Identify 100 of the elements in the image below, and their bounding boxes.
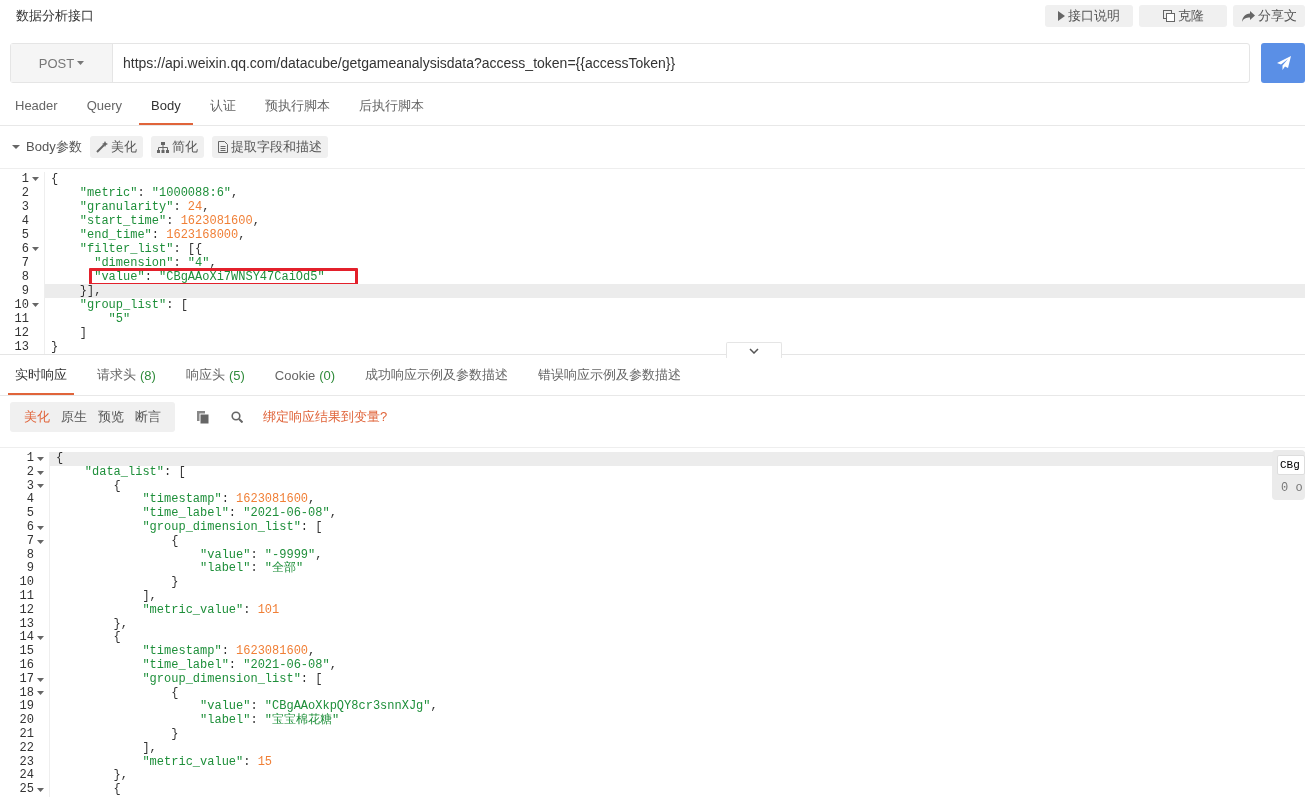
- line-number: 6: [21, 242, 29, 256]
- code-line: "timestamp": 1623081600,: [141, 645, 316, 659]
- line-number: 11: [19, 589, 34, 604]
- code-line: "dimension": "4",: [93, 256, 217, 270]
- code-line: ],: [141, 589, 157, 604]
- code-line: {: [112, 783, 121, 797]
- line-number: 6: [26, 521, 34, 535]
- tab[interactable]: 响应头 (5): [178, 357, 252, 395]
- fold-arrow-icon[interactable]: [37, 691, 44, 696]
- line-number: 13: [19, 617, 34, 631]
- line-number: 2: [26, 465, 34, 480]
- fold-arrow-icon[interactable]: [37, 677, 44, 682]
- fold-arrow-icon[interactable]: [37, 788, 44, 792]
- code-line: "group_dimension_list": [: [141, 672, 323, 687]
- tab[interactable]: Header: [3, 88, 70, 125]
- code-line: }],: [78, 284, 102, 298]
- tab[interactable]: 成功响应示例及参数描述: [358, 357, 516, 395]
- line-number: 9: [21, 284, 29, 298]
- tab[interactable]: 实时响应: [8, 357, 74, 395]
- code-line: },: [112, 769, 128, 783]
- chevron-down-icon[interactable]: [749, 347, 759, 354]
- fold-arrow-icon[interactable]: [37, 456, 44, 461]
- code-line: "filter_list": [{: [78, 242, 203, 256]
- code-line: "metric_value": 101: [141, 603, 280, 618]
- search-field[interactable]: CBg: [1277, 455, 1305, 475]
- code-line: ]: [78, 326, 87, 340]
- line-number: 7: [21, 256, 29, 270]
- fold-arrow-icon[interactable]: [37, 636, 44, 641]
- line-number: 9: [26, 562, 34, 576]
- toolbar-button[interactable]: 接口说明: [1045, 5, 1133, 27]
- fold-arrow-icon[interactable]: [37, 539, 44, 544]
- view-mode-tab[interactable]: 原生: [61, 408, 87, 426]
- line-number: 21: [19, 727, 34, 742]
- code-line: "start_time": 1623081600,: [78, 214, 260, 228]
- code-line: "timestamp": 1623081600,: [141, 493, 316, 507]
- play-icon: [1058, 11, 1065, 21]
- tab[interactable]: 错误响应示例及参数描述: [531, 357, 689, 395]
- view-mode-tab[interactable]: 预览: [98, 408, 124, 426]
- line-number: 3: [26, 479, 34, 493]
- code-line: ],: [141, 741, 157, 756]
- line-number: 7: [26, 534, 34, 549]
- line-number: 20: [19, 714, 34, 728]
- code-line: "value": "-9999",: [199, 548, 323, 562]
- tab[interactable]: 后执行脚本: [346, 88, 436, 125]
- code-line: },: [112, 617, 128, 631]
- code-line: "granularity": 24,: [78, 200, 210, 214]
- fold-arrow-icon[interactable]: [32, 303, 39, 307]
- send-button[interactable]: [1261, 43, 1305, 83]
- line-number: 1: [26, 452, 34, 466]
- code-line: "label": "全部": [199, 562, 304, 577]
- copy-icon: [1162, 10, 1175, 22]
- format-button[interactable]: 美化: [89, 136, 143, 158]
- format-button[interactable]: 简化: [150, 136, 204, 158]
- tab[interactable]: 预执行脚本: [252, 88, 342, 125]
- code-line: {: [56, 452, 64, 466]
- line-number: 4: [26, 493, 34, 507]
- fold-arrow-icon[interactable]: [37, 470, 44, 475]
- tab[interactable]: Query: [74, 88, 135, 125]
- code-line: "5": [107, 312, 131, 326]
- line-number: 1: [21, 172, 29, 186]
- tab[interactable]: 认证: [197, 88, 248, 125]
- fold-arrow-icon[interactable]: [37, 484, 44, 489]
- code-line: "metric_value": 15: [141, 755, 273, 770]
- code-line: "group_dimension_list": [: [141, 521, 323, 535]
- code-line: "metric": "1000088:6",: [78, 186, 239, 200]
- line-number: 18: [19, 686, 34, 700]
- match-count: 0 o: [1281, 481, 1303, 495]
- line-number: 8: [26, 548, 34, 562]
- code-line: }: [170, 576, 179, 590]
- line-number: 17: [19, 672, 34, 687]
- line-number: 5: [26, 507, 34, 521]
- line-number: 5: [21, 228, 29, 242]
- line-number: 24: [19, 769, 34, 783]
- document-icon: [217, 141, 228, 153]
- search-icon[interactable]: [231, 411, 243, 423]
- copy-icon[interactable]: [197, 410, 209, 424]
- fold-arrow-icon[interactable]: [37, 525, 44, 530]
- tab[interactable]: 请求头 (8): [90, 357, 163, 395]
- section-label: Body参数: [26, 138, 82, 156]
- bind-variable-link[interactable]: 绑定响应结果到变量?: [263, 408, 388, 426]
- format-button[interactable]: 提取字段和描述: [211, 136, 328, 158]
- code-line: {: [112, 479, 121, 494]
- tab[interactable]: Cookie (0): [267, 357, 343, 395]
- line-number: 22: [19, 741, 34, 756]
- fold-arrow-icon[interactable]: [32, 177, 39, 181]
- toolbar-button[interactable]: 分享文: [1233, 5, 1305, 27]
- line-number: 8: [21, 270, 29, 284]
- code-line: "time_label": "2021-06-08",: [141, 507, 337, 521]
- code-line: "data_list": [: [83, 465, 186, 480]
- caret-icon[interactable]: [12, 145, 20, 149]
- line-number: 23: [19, 755, 34, 769]
- tab[interactable]: Body: [139, 88, 193, 125]
- toolbar-button[interactable]: 克隆: [1139, 5, 1227, 27]
- code-line: {: [51, 172, 59, 186]
- fold-arrow-icon[interactable]: [32, 247, 39, 251]
- magic-wand-icon: [95, 141, 108, 153]
- line-number: 10: [14, 298, 29, 312]
- paper-plane-icon: [1277, 56, 1291, 70]
- view-mode-tab[interactable]: 断言: [135, 408, 161, 426]
- code-line: "group_list": [: [78, 298, 188, 312]
